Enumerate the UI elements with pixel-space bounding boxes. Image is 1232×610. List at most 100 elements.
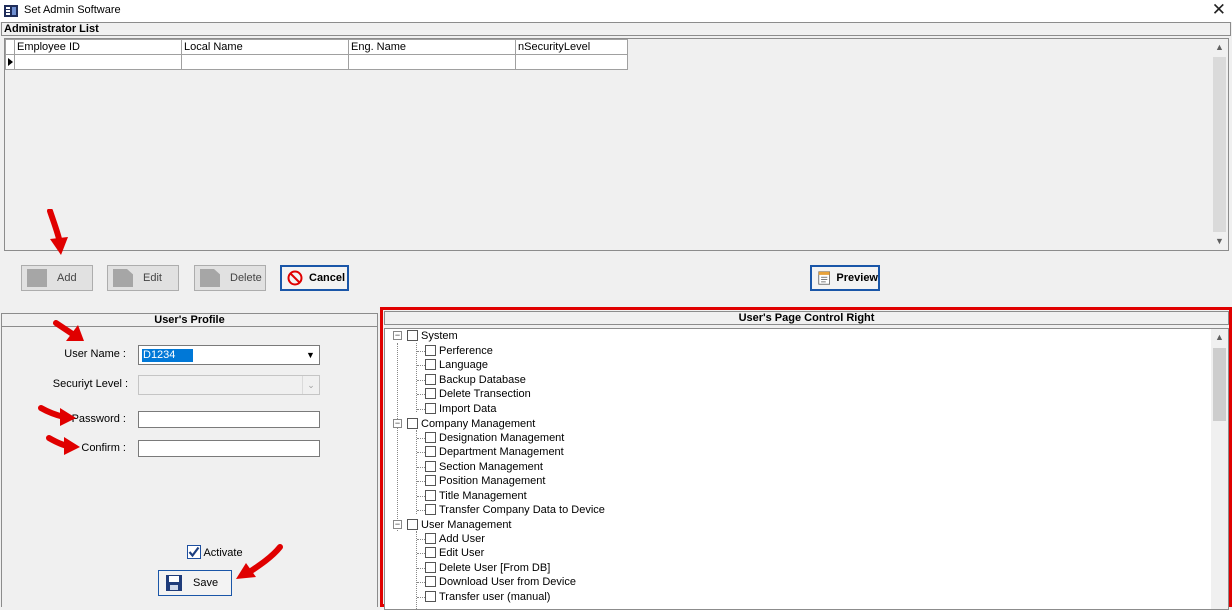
checkbox[interactable] <box>425 374 436 385</box>
tree-item[interactable]: Delete Transection <box>425 387 531 401</box>
table-cell[interactable] <box>515 54 628 70</box>
delete-button[interactable]: Delete <box>194 265 266 291</box>
table-cell[interactable] <box>181 54 349 70</box>
checkbox[interactable] <box>425 446 436 457</box>
scroll-up-icon[interactable]: ▲ <box>1211 329 1228 346</box>
tree-item[interactable]: Section Management <box>425 460 543 474</box>
checkbox[interactable] <box>425 533 436 544</box>
chevron-down-icon[interactable]: ▼ <box>302 346 319 364</box>
admin-list-grid[interactable]: Employee ID Local Name Eng. Name nSecuri… <box>4 38 1229 251</box>
table-cell[interactable] <box>14 54 182 70</box>
tree-label: Download User from Device <box>439 576 576 588</box>
tree-connector <box>417 496 425 497</box>
tree-group-user-management[interactable]: User Management <box>407 518 512 532</box>
tree-group-system[interactable]: System <box>407 329 458 343</box>
tree-item[interactable]: Import Data <box>425 402 496 416</box>
tree-item[interactable]: Department Management <box>425 445 564 459</box>
table-row[interactable] <box>5 54 628 70</box>
annotation-arrow-icon <box>46 435 80 455</box>
tree-label: Position Management <box>439 475 546 487</box>
collapse-icon[interactable]: − <box>393 520 402 529</box>
tree-label: Delete User [From DB] <box>439 562 551 574</box>
vertical-scrollbar[interactable]: ▲ ▼ <box>1211 39 1228 250</box>
scroll-up-icon[interactable]: ▲ <box>1211 39 1228 56</box>
add-button-label: Add <box>57 272 77 284</box>
tree-label: Transfer Company Data to Device <box>439 504 605 516</box>
floppy-disk-icon <box>166 575 182 591</box>
tree-item[interactable]: Add User <box>425 532 485 546</box>
checkbox[interactable] <box>425 591 436 602</box>
tree-connector <box>417 365 425 366</box>
scroll-down-icon[interactable]: ▼ <box>1211 233 1228 250</box>
table-cell[interactable] <box>348 54 516 70</box>
tree-scrollbar[interactable]: ▲ <box>1211 329 1228 609</box>
tree-connector <box>417 539 425 540</box>
row-header-corner <box>5 39 15 55</box>
user-name-label: User Name : <box>64 348 126 360</box>
checkbox-checked-icon[interactable] <box>187 545 201 559</box>
tree-item[interactable]: Download User from Device <box>425 575 576 589</box>
checkbox[interactable] <box>425 432 436 443</box>
tree-group-company-management[interactable]: Company Management <box>407 417 535 431</box>
checkbox[interactable] <box>425 490 436 501</box>
save-button-label: Save <box>193 577 219 589</box>
tree-connector <box>417 481 425 482</box>
scroll-thumb[interactable] <box>1213 348 1226 421</box>
tree-item[interactable]: Transfer user (manual) <box>425 590 550 604</box>
tree-item[interactable]: Language <box>425 358 488 372</box>
tree-item[interactable]: Perference <box>425 344 493 358</box>
checkbox[interactable] <box>425 562 436 573</box>
checkbox[interactable] <box>425 403 436 414</box>
annotation-arrow-icon <box>236 544 283 579</box>
collapse-icon[interactable]: − <box>393 331 402 340</box>
checkbox[interactable] <box>425 388 436 399</box>
collapse-icon[interactable]: − <box>393 419 402 428</box>
tree-label: Language <box>439 359 488 371</box>
close-icon[interactable]: ✕ <box>1212 1 1226 19</box>
tree-connector <box>397 343 398 531</box>
column-header[interactable]: Employee ID <box>14 39 182 55</box>
tree-connector <box>417 510 425 511</box>
chevron-down-icon[interactable]: ⌄ <box>302 376 319 394</box>
tree-item[interactable]: Designation Management <box>425 431 564 445</box>
delete-icon <box>200 269 220 287</box>
checkbox[interactable] <box>425 475 436 486</box>
rights-header: User's Page Control Right <box>384 311 1229 325</box>
checkbox[interactable] <box>425 547 436 558</box>
tree-label: User Management <box>421 519 512 531</box>
checkbox[interactable] <box>425 359 436 370</box>
column-header[interactable]: Eng. Name <box>348 39 516 55</box>
user-name-combo[interactable]: D1234 ▼ <box>138 345 320 365</box>
tree-item[interactable]: Transfer Company Data to Device <box>425 503 605 517</box>
tree-item[interactable]: Delete User [From DB] <box>425 561 550 575</box>
tree-item[interactable]: Position Management <box>425 474 545 488</box>
scroll-thumb[interactable] <box>1213 57 1226 232</box>
edit-button[interactable]: Edit <box>107 265 179 291</box>
column-header[interactable]: nSecurityLevel <box>515 39 628 55</box>
cancel-button[interactable]: Cancel <box>280 265 349 291</box>
tree-item[interactable]: Title Management <box>425 489 527 503</box>
cancel-icon <box>287 270 303 286</box>
save-button[interactable]: Save <box>158 570 232 596</box>
checkbox[interactable] <box>425 345 436 356</box>
preview-button[interactable]: Preview <box>810 265 880 291</box>
cancel-button-label: Cancel <box>309 272 346 284</box>
tree-item[interactable]: Backup Database <box>425 373 526 387</box>
security-level-combo[interactable]: ⌄ <box>138 375 320 395</box>
checkbox[interactable] <box>407 418 418 429</box>
confirm-password-field[interactable] <box>138 440 320 457</box>
tree-label: Perference <box>439 345 493 357</box>
rights-tree[interactable]: − System Perference Language Backup Data… <box>384 328 1229 610</box>
checkbox[interactable] <box>407 330 418 341</box>
tree-item[interactable]: Edit User <box>425 546 484 560</box>
admin-table[interactable]: Employee ID Local Name Eng. Name nSecuri… <box>5 39 628 70</box>
checkbox[interactable] <box>425 461 436 472</box>
checkbox[interactable] <box>425 576 436 587</box>
user-name-value[interactable]: D1234 <box>142 349 194 362</box>
checkbox[interactable] <box>407 519 418 530</box>
column-header[interactable]: Local Name <box>181 39 349 55</box>
tree-label: Department Management <box>439 446 564 458</box>
add-button[interactable]: Add <box>21 265 93 291</box>
password-field[interactable] <box>138 411 320 428</box>
checkbox[interactable] <box>425 504 436 515</box>
